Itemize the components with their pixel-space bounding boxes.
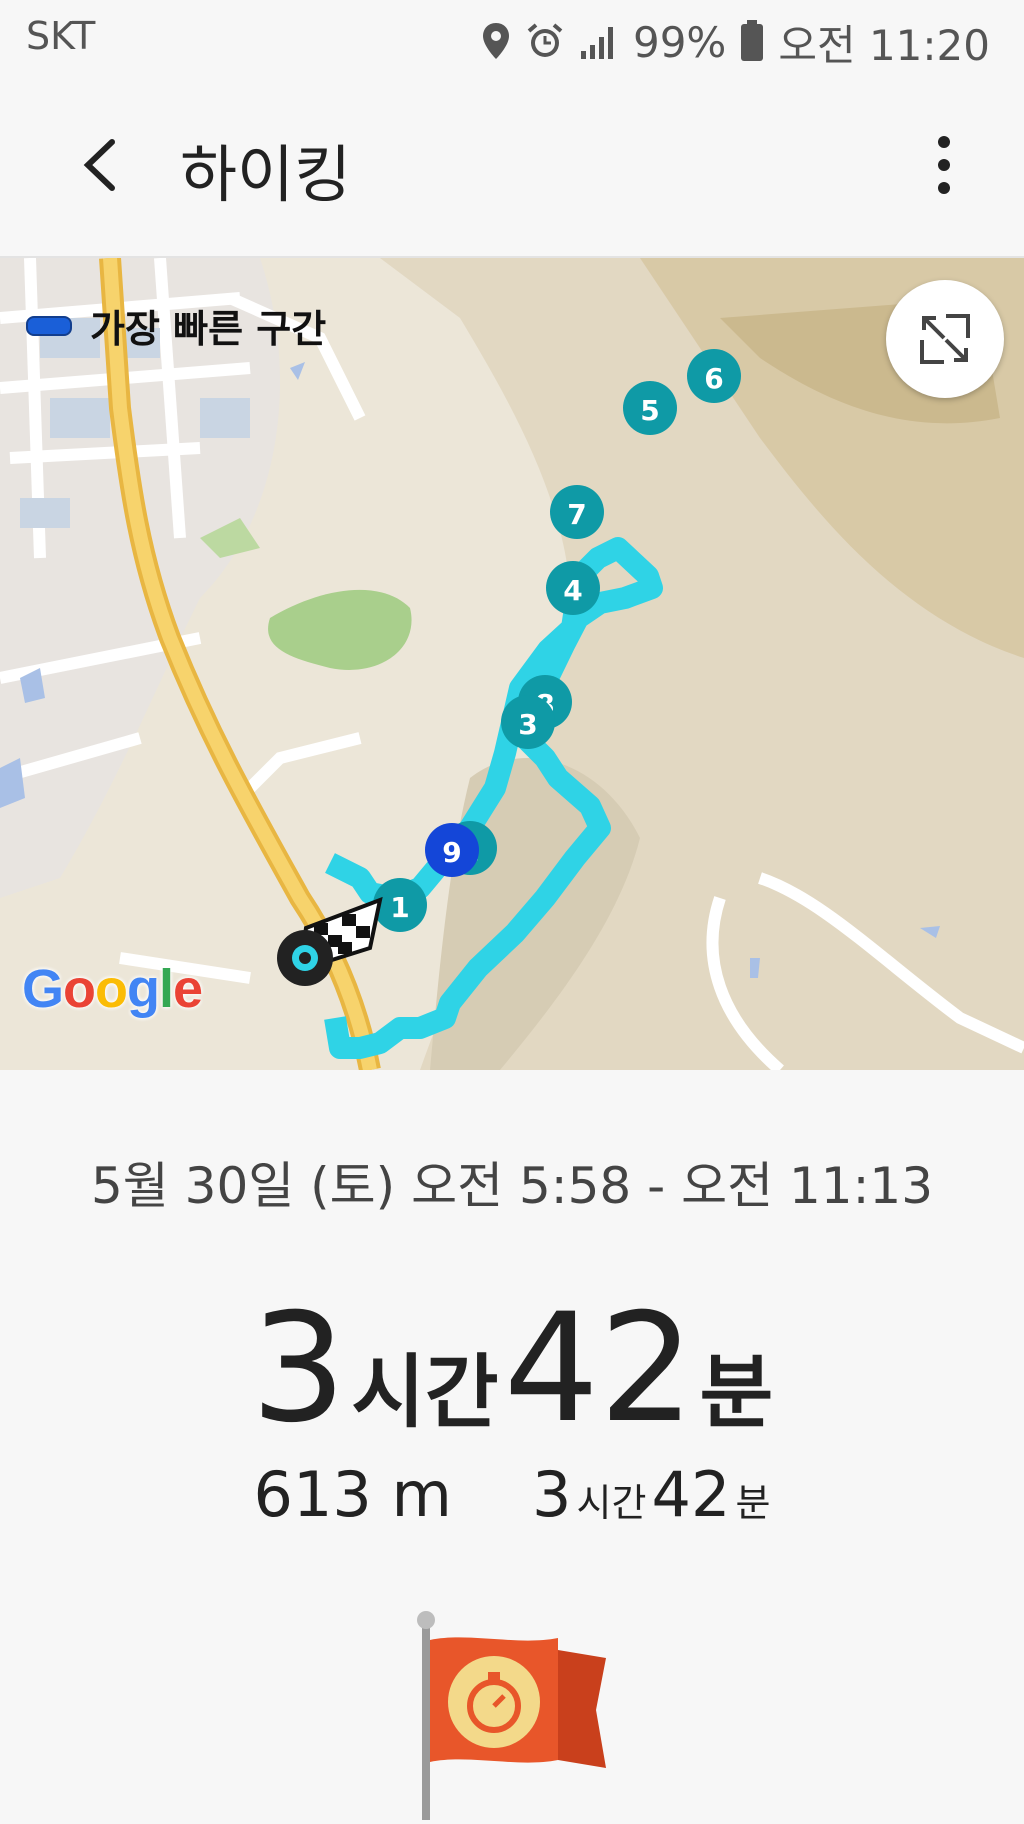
svg-text:7: 7 bbox=[567, 498, 586, 531]
moving-minutes-unit: 분 bbox=[735, 1481, 771, 1525]
more-vertical-icon bbox=[924, 136, 964, 204]
svg-text:5: 5 bbox=[640, 394, 659, 427]
more-options-button[interactable] bbox=[924, 130, 964, 200]
duration-hours-unit: 시간 bbox=[351, 1346, 499, 1439]
moving-time-stat: 3 시간 42 분 bbox=[532, 1458, 771, 1531]
svg-text:1: 1 bbox=[390, 891, 409, 924]
expand-icon bbox=[886, 310, 1004, 402]
signal-icon bbox=[579, 21, 619, 65]
battery-percent: 99% bbox=[632, 18, 727, 67]
marker-7[interactable]: 7 bbox=[550, 485, 604, 539]
marker-5[interactable]: 5 bbox=[623, 381, 677, 435]
marker-3[interactable]: 3 bbox=[501, 695, 555, 749]
carrier-label: SKT bbox=[26, 14, 96, 58]
duration-minutes-unit: 분 bbox=[699, 1346, 774, 1439]
route-markers: 6 5 7 4 8 3 2 9 1 bbox=[277, 349, 741, 986]
page-title: 하이킹 bbox=[180, 138, 352, 211]
map-legend: 가장 빠른 구간 bbox=[26, 298, 326, 353]
battery-icon bbox=[740, 19, 764, 66]
moving-minutes: 42 bbox=[651, 1458, 731, 1531]
duration-minutes: 42 bbox=[503, 1282, 695, 1456]
marker-1[interactable]: 1 bbox=[373, 878, 427, 932]
marker-9[interactable]: 9 bbox=[425, 823, 479, 877]
date-range: 5월 30일 (토) 오전 5:58 - 오전 11:13 bbox=[90, 1157, 934, 1215]
expand-map-button[interactable] bbox=[886, 280, 1004, 398]
duration-hours: 3 bbox=[250, 1282, 347, 1456]
stats-row: 613 m 3 시간 42 분 bbox=[0, 1458, 1024, 1531]
achievement-flag-icon bbox=[408, 1610, 608, 1822]
clock: 오전 11:20 bbox=[778, 21, 990, 70]
back-arrow-icon bbox=[70, 139, 140, 204]
moving-hours: 3 bbox=[531, 1458, 572, 1531]
svg-text:9: 9 bbox=[442, 836, 461, 869]
svg-text:3: 3 bbox=[518, 708, 537, 741]
moving-hours-unit: 시간 bbox=[576, 1481, 647, 1525]
route-map[interactable]: 6 5 7 4 8 3 2 9 1 가장 빠른 구간 bbox=[0, 258, 1024, 1070]
distance-stat: 613 m bbox=[254, 1458, 452, 1531]
svg-text:4: 4 bbox=[563, 574, 582, 607]
svg-text:6: 6 bbox=[704, 362, 723, 395]
legend-label: 가장 빠른 구간 bbox=[90, 307, 327, 351]
legend-swatch bbox=[26, 315, 72, 336]
app-header: 하이킹 bbox=[0, 80, 1024, 258]
google-logo: Google bbox=[22, 959, 203, 1019]
status-bar: SKT 99% 오전 11:20 bbox=[0, 0, 1024, 80]
location-icon bbox=[481, 21, 511, 65]
marker-6[interactable]: 6 bbox=[687, 349, 741, 403]
status-icons: 99% 오전 11:20 bbox=[481, 12, 990, 73]
total-duration: 3 시간 42 분 bbox=[0, 1282, 1024, 1456]
distance-value: 613 m bbox=[253, 1458, 452, 1531]
marker-4[interactable]: 4 bbox=[546, 561, 600, 615]
start-pin-icon bbox=[277, 930, 333, 986]
back-button[interactable] bbox=[70, 130, 140, 200]
alarm-icon bbox=[525, 21, 565, 65]
